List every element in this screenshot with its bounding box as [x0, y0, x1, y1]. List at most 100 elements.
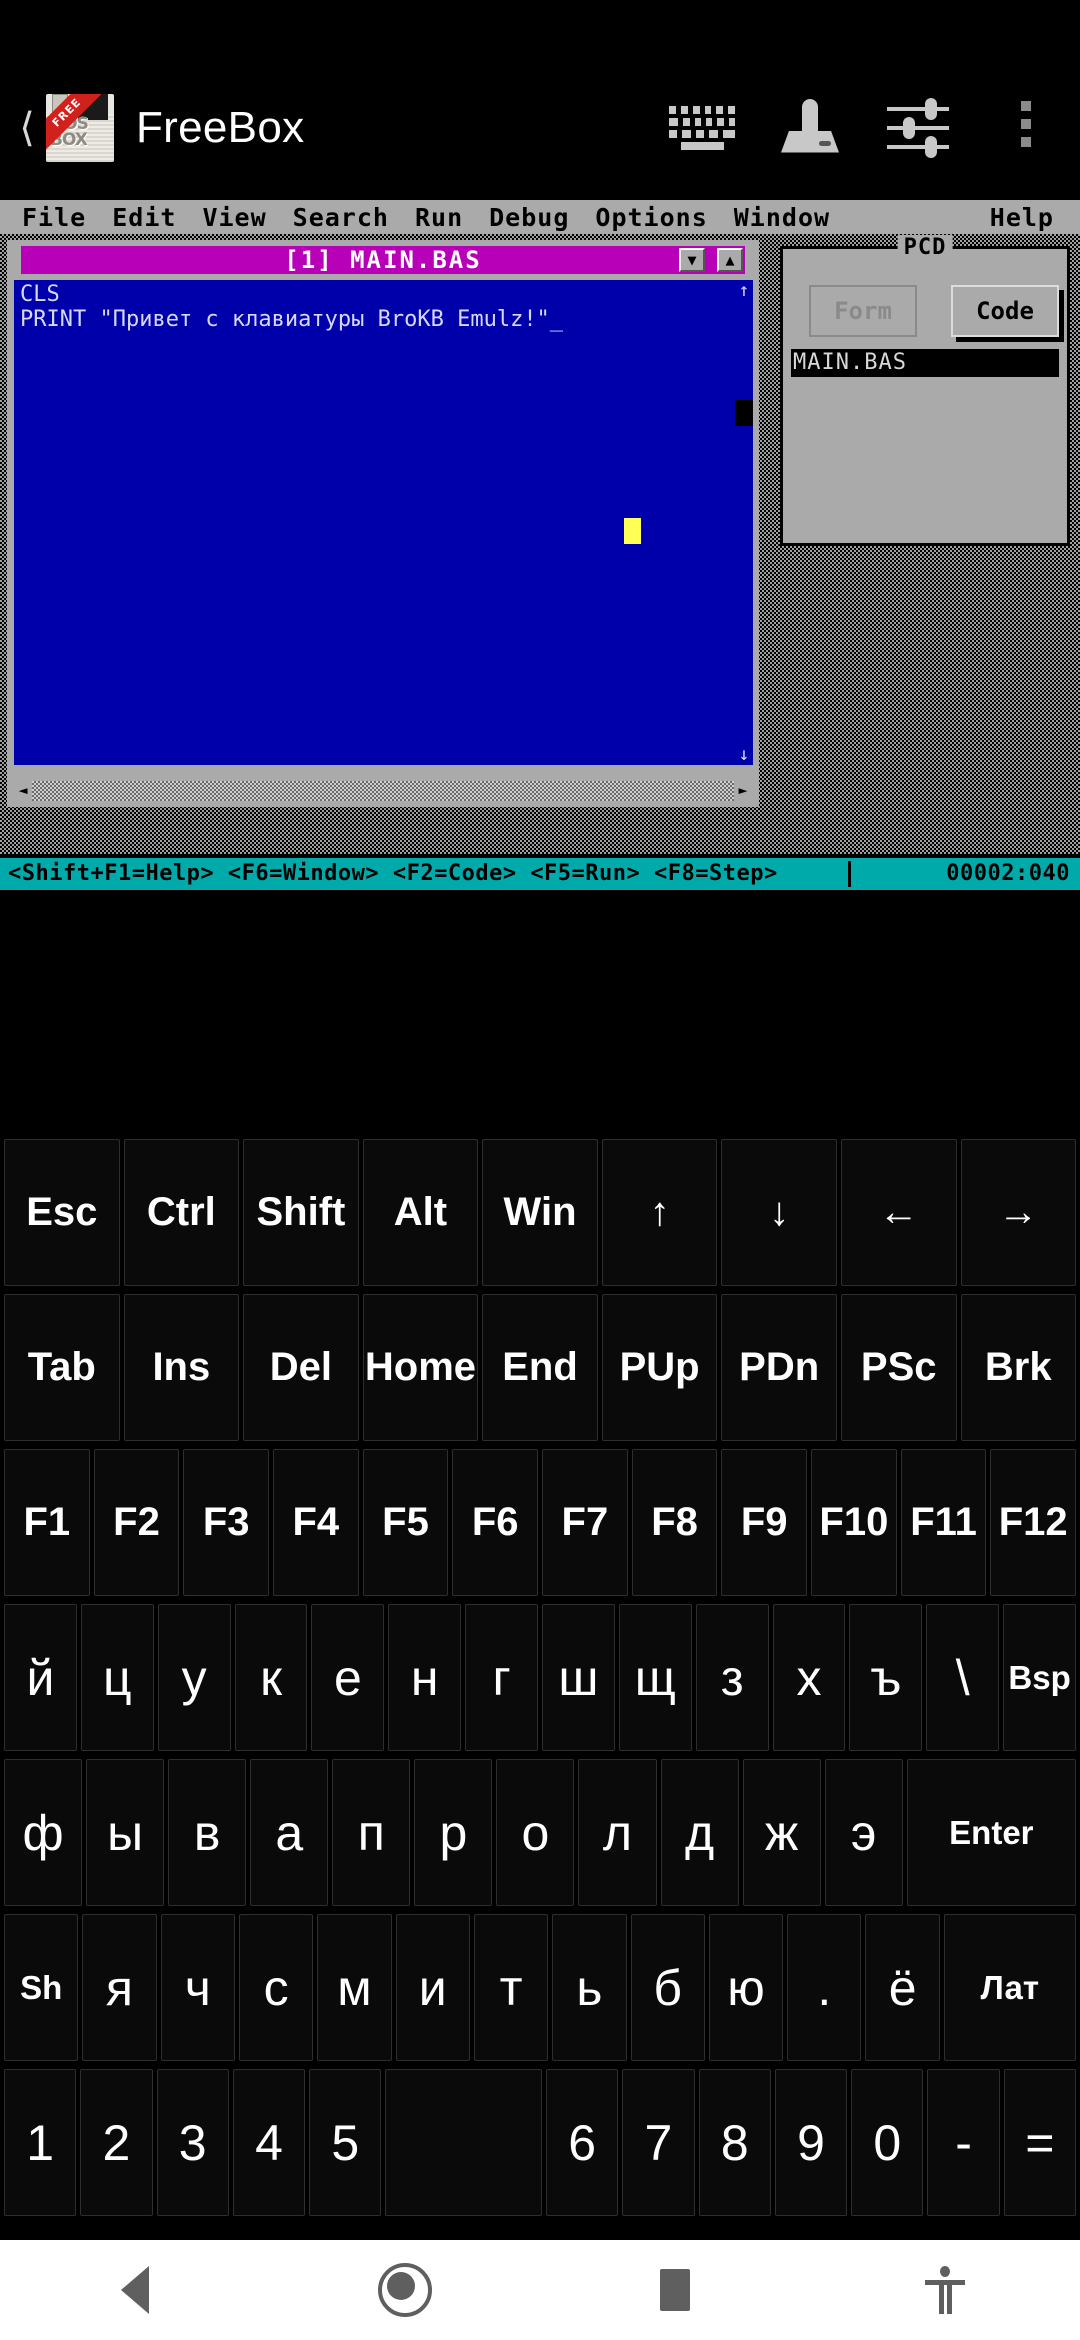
key-space[interactable]	[385, 2069, 543, 2216]
editor-window[interactable]: [1] MAIN.BAS ▼ ▲ CLS PRINT "Привет с кла…	[7, 240, 759, 807]
key-backslash[interactable]: \	[926, 1604, 1000, 1751]
key-el[interactable]: л	[578, 1759, 657, 1906]
key-f9[interactable]: F9	[721, 1449, 808, 1596]
key-sha[interactable]: ш	[542, 1604, 615, 1751]
key-yo[interactable]: ё	[865, 1914, 940, 2061]
key-f2[interactable]: F2	[93, 1449, 180, 1596]
dos-screen[interactable]: File Edit View Search Run Debug Options …	[0, 200, 1080, 890]
key-ef[interactable]: ф	[4, 1759, 83, 1906]
editor-horizontal-scrollbar[interactable]: ◄ ►	[14, 781, 752, 801]
key-che[interactable]: ч	[160, 1914, 235, 2061]
list-item[interactable]: MAIN.BAS	[791, 349, 1059, 377]
code-button[interactable]: Code	[951, 285, 1059, 337]
key-period[interactable]: .	[787, 1914, 862, 2061]
key-em[interactable]: м	[317, 1914, 392, 2061]
key-ctrl[interactable]: Ctrl	[123, 1139, 240, 1286]
key-home[interactable]: Home	[362, 1294, 479, 1441]
scroll-left-arrow-icon[interactable]: ◄	[14, 781, 32, 801]
key-a[interactable]: а	[250, 1759, 329, 1906]
menu-edit[interactable]: Edit	[112, 203, 176, 232]
overflow-menu-button[interactable]	[972, 55, 1080, 200]
key-break[interactable]: Brk	[960, 1294, 1077, 1441]
nav-home-button[interactable]	[345, 2240, 465, 2340]
key-3[interactable]: 3	[156, 2069, 229, 2216]
key-del[interactable]: Del	[243, 1294, 359, 1441]
key-equals[interactable]: =	[1003, 2069, 1076, 2216]
key-en[interactable]: н	[388, 1604, 462, 1751]
window-restore-button[interactable]: ▼	[679, 248, 705, 272]
key-e[interactable]: э	[824, 1759, 903, 1906]
key-f5[interactable]: F5	[362, 1449, 449, 1596]
keyboard-toggle-button[interactable]	[648, 55, 756, 200]
key-yu[interactable]: ю	[708, 1914, 784, 2061]
vertical-scroll-thumb[interactable]	[735, 400, 753, 426]
key-pe[interactable]: п	[332, 1759, 411, 1906]
key-f10[interactable]: F10	[811, 1449, 897, 1596]
key-te[interactable]: т	[473, 1914, 549, 2061]
nav-recents-button[interactable]	[615, 2240, 735, 2340]
key-es[interactable]: с	[238, 1914, 314, 2061]
editor-text-area[interactable]: CLS PRINT "Привет с клавиатуры BroKB Emu…	[14, 280, 744, 765]
nav-back-button[interactable]	[75, 2240, 195, 2340]
nav-accessibility-button[interactable]	[885, 2240, 1005, 2340]
key-f7[interactable]: F7	[542, 1449, 628, 1596]
form-button[interactable]: Form	[809, 285, 917, 337]
key-layout-latin[interactable]: Лат	[943, 1914, 1076, 2061]
menu-view[interactable]: View	[202, 203, 266, 232]
key-6[interactable]: 6	[546, 2069, 619, 2216]
key-backspace[interactable]: Bsp	[1003, 1604, 1077, 1751]
key-4[interactable]: 4	[232, 2069, 306, 2216]
key-yeru[interactable]: ы	[86, 1759, 165, 1906]
key-er[interactable]: р	[414, 1759, 493, 1906]
key-arrow-left[interactable]: ←	[840, 1139, 957, 1286]
key-1[interactable]: 1	[4, 2069, 77, 2216]
key-arrow-right[interactable]: →	[960, 1139, 1077, 1286]
key-f12[interactable]: F12	[990, 1449, 1077, 1596]
key-tab[interactable]: Tab	[4, 1294, 120, 1441]
key-f3[interactable]: F3	[183, 1449, 270, 1596]
back-chevron-icon[interactable]: ⟨	[10, 108, 44, 148]
menu-help[interactable]: Help	[990, 203, 1054, 232]
key-be[interactable]: б	[630, 1914, 705, 2061]
key-de[interactable]: д	[660, 1759, 739, 1906]
scroll-right-arrow-icon[interactable]: ►	[734, 781, 752, 801]
key-f6[interactable]: F6	[452, 1449, 539, 1596]
key-win[interactable]: Win	[482, 1139, 598, 1286]
menu-debug[interactable]: Debug	[489, 203, 569, 232]
menu-run[interactable]: Run	[415, 203, 463, 232]
scroll-down-arrow-icon[interactable]: ↓	[735, 744, 753, 765]
key-u[interactable]: у	[157, 1604, 231, 1751]
key-arrow-up[interactable]: ↑	[601, 1139, 718, 1286]
window-maximize-button[interactable]: ▲	[717, 248, 743, 272]
scroll-up-arrow-icon[interactable]: ↑	[735, 280, 753, 301]
pcd-file-list[interactable]: MAIN.BAS	[791, 349, 1059, 535]
key-ka[interactable]: к	[234, 1604, 308, 1751]
key-ze[interactable]: з	[695, 1604, 769, 1751]
key-0[interactable]: 0	[851, 2069, 924, 2216]
key-shift-left[interactable]: Sh	[4, 1914, 79, 2061]
key-o[interactable]: о	[496, 1759, 575, 1906]
key-ins[interactable]: Ins	[123, 1294, 240, 1441]
key-page-up[interactable]: PUp	[601, 1294, 718, 1441]
key-2[interactable]: 2	[80, 2069, 153, 2216]
key-ya-short[interactable]: й	[4, 1604, 77, 1751]
menu-file[interactable]: File	[22, 203, 86, 232]
key-f11[interactable]: F11	[900, 1449, 987, 1596]
key-9[interactable]: 9	[774, 2069, 848, 2216]
editor-vertical-scrollbar[interactable]: ↑ ↓	[735, 280, 753, 765]
status-hotkey-hints[interactable]: <Shift+F1=Help> <F6=Window> <F2=Code> <F…	[8, 858, 778, 890]
key-hard-sign[interactable]: ъ	[849, 1604, 923, 1751]
key-ie[interactable]: е	[311, 1604, 385, 1751]
key-shift[interactable]: Shift	[243, 1139, 359, 1286]
key-page-down[interactable]: PDn	[721, 1294, 837, 1441]
key-esc[interactable]: Esc	[4, 1139, 120, 1286]
key-enter[interactable]: Enter	[906, 1759, 1077, 1906]
key-arrow-down[interactable]: ↓	[721, 1139, 837, 1286]
key-8[interactable]: 8	[698, 2069, 771, 2216]
key-ya[interactable]: я	[82, 1914, 157, 2061]
key-alt[interactable]: Alt	[362, 1139, 479, 1286]
key-zhe[interactable]: ж	[742, 1759, 821, 1906]
menu-options[interactable]: Options	[595, 203, 707, 232]
key-5[interactable]: 5	[309, 2069, 382, 2216]
menu-search[interactable]: Search	[293, 203, 389, 232]
